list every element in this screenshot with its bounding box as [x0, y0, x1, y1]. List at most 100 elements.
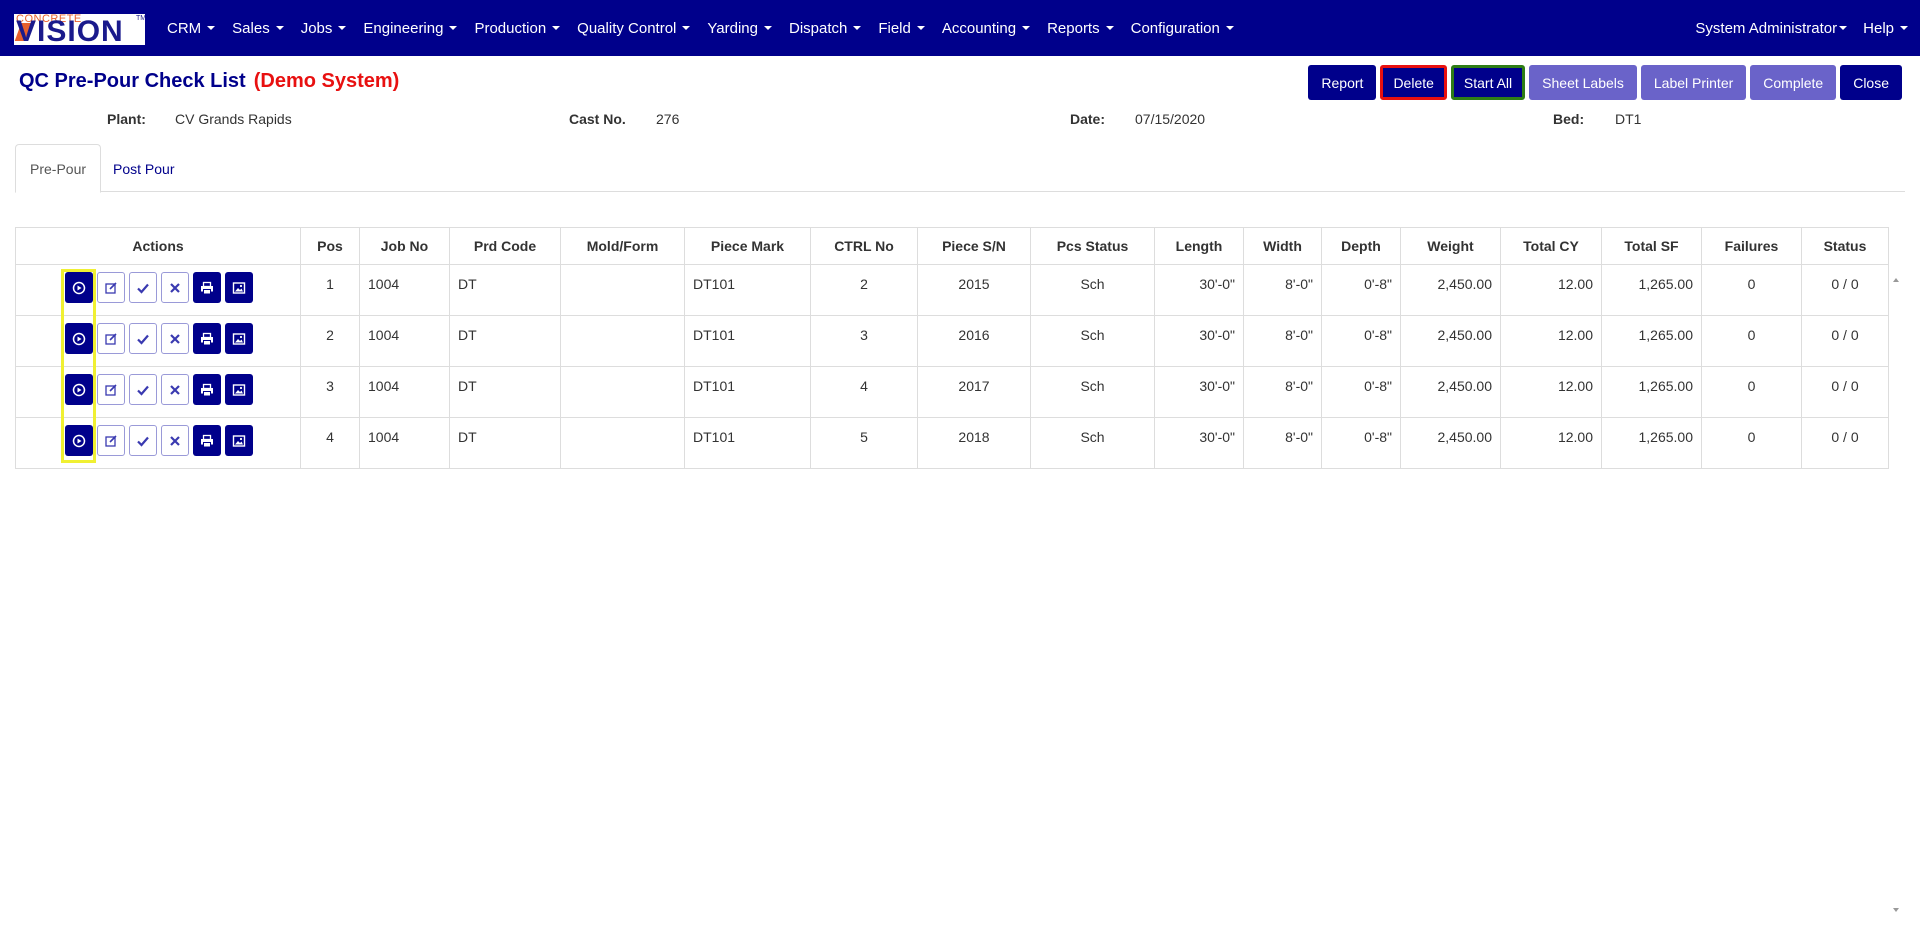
- x-icon: [168, 383, 182, 397]
- image-icon: [232, 281, 246, 295]
- nav-quality-control[interactable]: Quality Control: [577, 20, 691, 37]
- print-button[interactable]: [193, 374, 221, 405]
- image-button[interactable]: [225, 374, 253, 405]
- col-header-pcs-status[interactable]: Pcs Status: [1030, 227, 1155, 265]
- sheet-labels-button[interactable]: Sheet Labels: [1529, 65, 1637, 100]
- start-button[interactable]: [65, 323, 93, 354]
- cell-length: 30'-0": [1154, 264, 1244, 316]
- start-all-button[interactable]: Start All: [1450, 65, 1526, 100]
- nav-accounting[interactable]: Accounting: [942, 20, 1031, 37]
- col-header-width[interactable]: Width: [1243, 227, 1322, 265]
- pre-pour-table: Actions Pos Job No Prd Code Mold/Form Pi…: [15, 227, 1889, 469]
- cell-status: 0 / 0: [1801, 264, 1889, 316]
- logo-tm-text: TM: [136, 15, 145, 22]
- concrete-vision-logo[interactable]: CONCRETE VISION TM: [14, 14, 145, 45]
- tab-pre-pour[interactable]: Pre-Pour: [15, 144, 102, 193]
- complete-button[interactable]: Complete: [1750, 65, 1837, 100]
- fail-button[interactable]: [161, 374, 189, 405]
- cast-no-label: Cast No.: [569, 111, 626, 127]
- check-icon: [136, 434, 150, 448]
- cell-piece-sn: 2017: [917, 366, 1031, 418]
- print-button[interactable]: [193, 323, 221, 354]
- nav-engineering[interactable]: Engineering: [363, 20, 458, 37]
- table-row: 2 1004 DT DT101 3 2016 Sch 30'-0" 8'-0" 0'-8" 2,45…: [15, 315, 1889, 367]
- col-header-depth[interactable]: Depth: [1321, 227, 1401, 265]
- nav-user[interactable]: System Administrator: [1695, 20, 1848, 37]
- edit-button[interactable]: [97, 374, 125, 405]
- nav-dispatch[interactable]: Dispatch: [789, 20, 862, 37]
- delete-button[interactable]: Delete: [1380, 65, 1447, 100]
- col-header-mold-form[interactable]: Mold/Form: [560, 227, 685, 265]
- col-header-pos[interactable]: Pos: [300, 227, 360, 265]
- cast-no-value: 276: [656, 111, 680, 127]
- col-header-job-no[interactable]: Job No: [359, 227, 450, 265]
- col-header-weight[interactable]: Weight: [1400, 227, 1501, 265]
- pass-button[interactable]: [129, 272, 157, 303]
- col-header-piece-sn[interactable]: Piece S/N: [917, 227, 1031, 265]
- cell-piece-mark: DT101: [684, 366, 811, 418]
- nav-crm[interactable]: CRM: [167, 20, 216, 37]
- nav-label: Configuration: [1130, 19, 1220, 37]
- scroll-up-icon[interactable]: [1892, 276, 1900, 284]
- start-button[interactable]: [65, 272, 93, 303]
- cell-pos: 4: [300, 417, 360, 469]
- cell-failures: 0: [1701, 417, 1802, 469]
- label-printer-button[interactable]: Label Printer: [1640, 65, 1747, 100]
- edit-button[interactable]: [97, 272, 125, 303]
- print-icon: [200, 281, 214, 295]
- report-button[interactable]: Report: [1308, 65, 1377, 100]
- caret-down-icon: [338, 26, 347, 30]
- nav-label: Field: [878, 19, 911, 37]
- pass-button[interactable]: [129, 425, 157, 456]
- nav-help[interactable]: Help: [1863, 20, 1908, 37]
- cell-depth: 0'-8": [1321, 417, 1401, 469]
- nav-label: Jobs: [300, 19, 333, 37]
- pass-button[interactable]: [129, 323, 157, 354]
- fail-button[interactable]: [161, 323, 189, 354]
- cell-piece-mark: DT101: [684, 315, 811, 367]
- image-icon: [232, 434, 246, 448]
- nav-field[interactable]: Field: [878, 20, 925, 37]
- row-actions: [15, 417, 301, 469]
- nav-jobs[interactable]: Jobs: [301, 20, 347, 37]
- image-button[interactable]: [225, 323, 253, 354]
- close-button[interactable]: Close: [1840, 65, 1902, 100]
- plant-value: CV Grands Rapids: [175, 111, 292, 127]
- cell-total-cy: 12.00: [1500, 264, 1602, 316]
- print-button[interactable]: [193, 425, 221, 456]
- col-header-total-cy[interactable]: Total CY: [1500, 227, 1602, 265]
- edit-button[interactable]: [97, 425, 125, 456]
- play-icon: [72, 434, 86, 448]
- nav-sales[interactable]: Sales: [232, 20, 284, 37]
- print-icon: [200, 434, 214, 448]
- col-header-total-sf[interactable]: Total SF: [1601, 227, 1702, 265]
- fail-button[interactable]: [161, 425, 189, 456]
- cell-depth: 0'-8": [1321, 366, 1401, 418]
- nav-reports[interactable]: Reports: [1047, 20, 1114, 37]
- col-header-piece-mark[interactable]: Piece Mark: [684, 227, 811, 265]
- image-button[interactable]: [225, 272, 253, 303]
- tab-post-pour[interactable]: Post Pour: [99, 144, 188, 193]
- scroll-down-icon[interactable]: [1892, 906, 1900, 914]
- nav-yarding[interactable]: Yarding: [707, 20, 772, 37]
- edit-button[interactable]: [97, 323, 125, 354]
- print-button[interactable]: [193, 272, 221, 303]
- caret-down-icon: [1022, 26, 1031, 30]
- nav-label: Production: [474, 19, 547, 37]
- col-header-prd-code[interactable]: Prd Code: [449, 227, 561, 265]
- col-header-failures[interactable]: Failures: [1701, 227, 1802, 265]
- nav-configuration[interactable]: Configuration: [1131, 20, 1234, 37]
- col-header-status[interactable]: Status: [1801, 227, 1889, 265]
- start-button[interactable]: [65, 425, 93, 456]
- caret-down-icon: [682, 26, 691, 30]
- image-button[interactable]: [225, 425, 253, 456]
- col-header-length[interactable]: Length: [1154, 227, 1244, 265]
- toolbar: Report Delete Start All Sheet Labels Lab…: [1304, 65, 1902, 100]
- pass-button[interactable]: [129, 374, 157, 405]
- row-actions: [15, 264, 301, 316]
- fail-button[interactable]: [161, 272, 189, 303]
- col-header-actions: Actions: [15, 227, 301, 265]
- nav-production[interactable]: Production: [474, 19, 561, 37]
- col-header-ctrl-no[interactable]: CTRL No: [810, 227, 918, 265]
- start-button[interactable]: [65, 374, 93, 405]
